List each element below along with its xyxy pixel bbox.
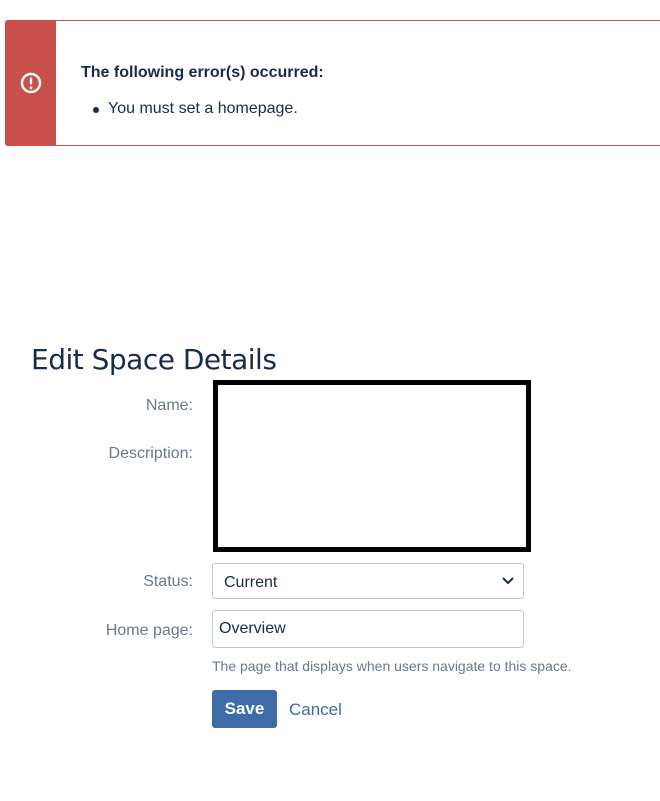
error-list: You must set a homepage.: [93, 100, 298, 118]
cancel-link[interactable]: Cancel: [289, 700, 342, 720]
status-select-value: Current: [224, 574, 278, 591]
error-banner: The following error(s) occurred: You mus…: [5, 20, 660, 146]
homepage-input[interactable]: [212, 610, 524, 648]
bullet: [93, 107, 99, 113]
chevron-down-icon: [502, 577, 514, 585]
error-stripe: [5, 20, 56, 146]
save-button[interactable]: Save: [212, 690, 277, 728]
error-title: The following error(s) occurred:: [81, 64, 324, 81]
error-message: You must set a homepage.: [108, 100, 298, 117]
description-label: Description:: [108, 445, 193, 462]
homepage-label: Home page:: [105, 622, 193, 639]
homepage-help-text: The page that displays when users naviga…: [212, 658, 572, 674]
name-label: Name:: [145, 397, 193, 414]
status-label: Status:: [143, 573, 193, 590]
status-select[interactable]: Current: [212, 563, 524, 599]
page-title: Edit Space Details: [31, 343, 277, 376]
exclamation-circle-icon: [20, 72, 42, 94]
redacted-name-description-fields: [213, 380, 531, 552]
